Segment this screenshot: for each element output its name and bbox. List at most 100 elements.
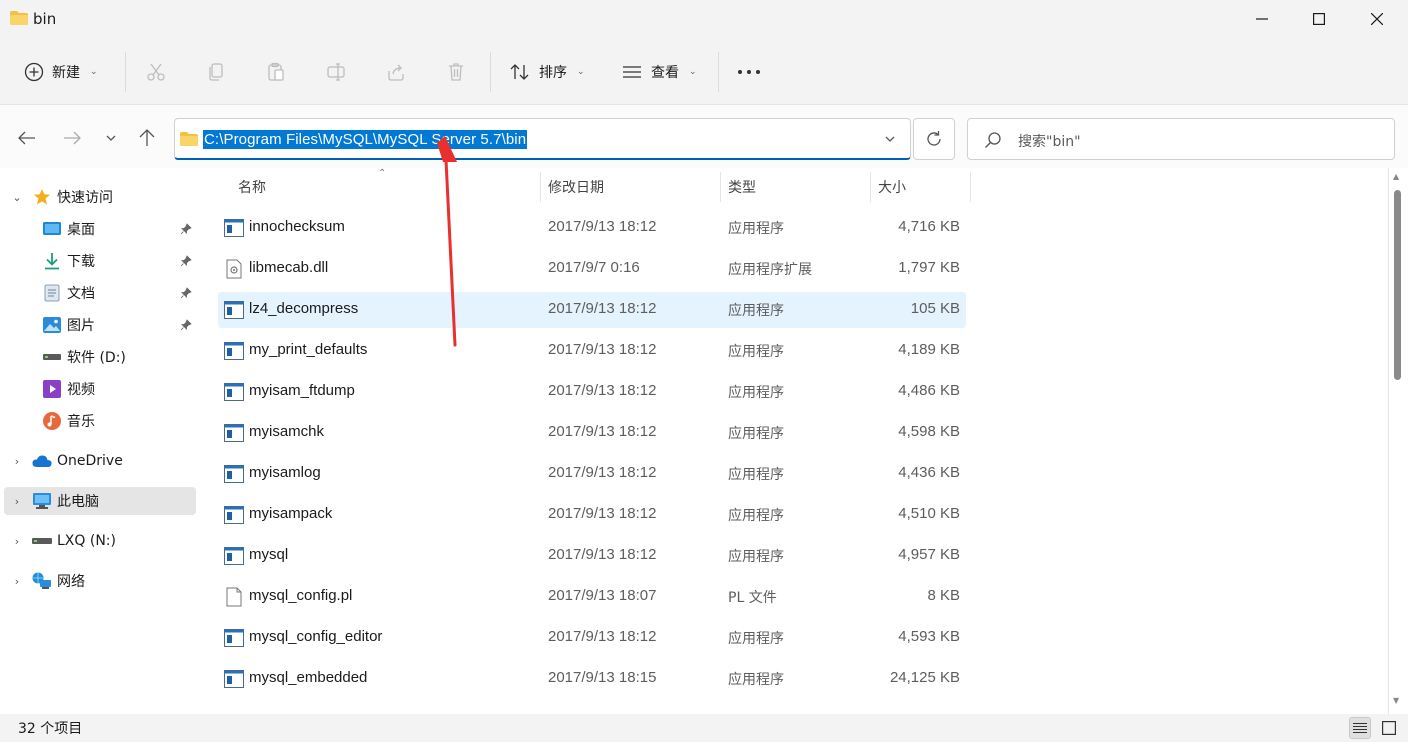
sidebar-item-onedrive[interactable]: › OneDrive <box>4 447 196 475</box>
paste-icon <box>268 62 284 81</box>
file-row[interactable]: innochecksum 2017/9/13 18:12 应用程序 4,716 KB <box>218 210 966 246</box>
file-row[interactable]: my_print_defaults 2017/9/13 18:12 应用程序 4,18… <box>218 333 966 369</box>
chevron-down-icon[interactable] <box>884 133 896 145</box>
file-size: 105 KB <box>910 300 960 317</box>
column-divider[interactable] <box>970 172 971 202</box>
rename-button[interactable] <box>324 60 348 84</box>
file-row[interactable]: myisampack 2017/9/13 18:12 应用程序 4,510 KB <box>218 497 966 533</box>
address-bar[interactable]: C:\Program Files\MySQL\MySQL Server 5.7\… <box>174 118 911 160</box>
tiles-view-button[interactable] <box>1378 717 1400 739</box>
chevron-down-icon <box>106 135 116 141</box>
cut-button[interactable] <box>144 60 168 84</box>
file-size: 8 KB <box>927 587 960 604</box>
file-row[interactable]: myisamlog 2017/9/13 18:12 应用程序 4,436 KB <box>218 456 966 492</box>
file-date: 2017/9/13 18:12 <box>548 505 657 522</box>
sidebar-item-network[interactable]: › 网络 <box>4 567 196 595</box>
pin-icon[interactable] <box>179 254 193 268</box>
file-row[interactable]: mysql_config_editor 2017/9/13 18:12 应用程序 4,… <box>218 620 966 656</box>
music-icon <box>42 411 62 431</box>
sidebar-item-pictures[interactable]: 图片 <box>4 311 196 339</box>
file-date: 2017/9/13 18:12 <box>548 546 657 563</box>
up-button[interactable] <box>136 127 158 149</box>
more-options-button[interactable] <box>737 60 761 84</box>
sidebar-item-music[interactable]: 音乐 <box>4 407 196 435</box>
address-text[interactable]: C:\Program Files\MySQL\MySQL Server 5.7\… <box>203 130 528 149</box>
file-row[interactable]: myisamchk 2017/9/13 18:12 应用程序 4,598 KB <box>218 415 966 451</box>
status-bar: 32 个项目 <box>0 714 1408 742</box>
sort-button[interactable]: 排序 ⌄ <box>509 58 585 86</box>
sidebar-item-label: 软件 (D:) <box>67 350 126 366</box>
column-header-date[interactable]: 修改日期 <box>548 168 604 206</box>
window-title: bin <box>33 10 57 28</box>
column-header-name[interactable]: 名称 <box>238 168 266 206</box>
app-icon <box>224 300 244 320</box>
chevron-right-icon[interactable]: › <box>10 455 24 468</box>
file-row[interactable]: lz4_decompress 2017/9/13 18:12 应用程序 105 KB <box>218 292 966 328</box>
scroll-down-arrow-icon[interactable]: ▼ <box>1393 696 1399 705</box>
navigation-pane: ⌄ 快速访问 桌面 下载 文档 图片 软件 (D:) 视频 音乐 › OneDr… <box>0 168 200 714</box>
app-icon <box>224 218 244 238</box>
delete-button[interactable] <box>444 60 468 84</box>
sidebar-item-drive-d[interactable]: 软件 (D:) <box>4 343 196 371</box>
pin-icon[interactable] <box>179 286 193 300</box>
chevron-right-icon[interactable]: › <box>10 495 24 508</box>
file-row[interactable]: myisam_ftdump 2017/9/13 18:12 应用程序 4,486 KB <box>218 374 966 410</box>
copy-button[interactable] <box>204 60 228 84</box>
chevron-right-icon[interactable]: › <box>10 575 24 588</box>
column-divider[interactable] <box>540 172 541 202</box>
chevron-right-icon[interactable]: › <box>10 535 24 548</box>
file-row[interactable]: libmecab.dll 2017/9/7 0:16 应用程序扩展 1,797 KB <box>218 251 966 287</box>
pin-icon[interactable] <box>179 318 193 332</box>
file-date: 2017/9/13 18:12 <box>548 628 657 645</box>
download-icon <box>42 251 62 271</box>
sidebar-item-documents[interactable]: 文档 <box>4 279 196 307</box>
paste-button[interactable] <box>264 60 288 84</box>
share-button[interactable] <box>384 60 408 84</box>
chevron-down-icon: ⌄ <box>577 67 585 77</box>
refresh-button[interactable] <box>913 118 955 160</box>
app-icon <box>224 464 244 484</box>
sidebar-item-label: 网络 <box>57 574 85 590</box>
sidebar-item-downloads[interactable]: 下载 <box>4 247 196 275</box>
sidebar-item-this-pc[interactable]: › 此电脑 <box>4 487 196 515</box>
back-button[interactable] <box>16 127 38 149</box>
file-name: myisampack <box>249 505 333 522</box>
forward-button[interactable] <box>61 127 83 149</box>
column-header-type[interactable]: 类型 <box>728 168 756 206</box>
file-size: 4,598 KB <box>898 423 960 440</box>
minimize-button[interactable] <box>1233 0 1291 38</box>
dll-icon <box>224 259 244 279</box>
file-name: my_print_defaults <box>249 341 368 358</box>
column-divider[interactable] <box>720 172 721 202</box>
new-button[interactable]: 新建 ⌄ <box>24 58 98 86</box>
pin-icon[interactable] <box>179 222 193 236</box>
file-row[interactable]: mysql_config.pl 2017/9/13 18:07 PL 文件 8 KB <box>218 579 966 615</box>
sidebar-item-videos[interactable]: 视频 <box>4 375 196 403</box>
view-button[interactable]: 查看 ⌄ <box>621 58 697 86</box>
column-divider[interactable] <box>870 172 871 202</box>
details-view-icon <box>1353 722 1367 734</box>
file-type: 应用程序 <box>728 344 784 360</box>
recent-locations-button[interactable] <box>100 127 122 149</box>
file-name: libmecab.dll <box>249 259 329 276</box>
scroll-up-arrow-icon[interactable]: ▲ <box>1393 172 1399 181</box>
close-button[interactable] <box>1348 0 1406 38</box>
chevron-down-icon[interactable]: ⌄ <box>10 191 24 204</box>
file-name: lz4_decompress <box>249 300 359 317</box>
sidebar-item-quick-access[interactable]: ⌄ 快速访问 <box>4 183 196 211</box>
sidebar-item-network-drive[interactable]: › LXQ (N:) <box>4 527 196 555</box>
search-input[interactable]: 搜索"bin" <box>1018 131 1081 151</box>
delete-icon <box>449 63 463 81</box>
search-box[interactable]: 搜索"bin" <box>967 118 1395 160</box>
vertical-scrollbar[interactable]: ▲ ▼ <box>1388 168 1408 714</box>
sidebar-item-desktop[interactable]: 桌面 <box>4 215 196 243</box>
item-count: 32 个项目 <box>18 721 83 737</box>
column-header-size[interactable]: 大小 <box>878 168 906 206</box>
details-view-button[interactable] <box>1349 717 1371 739</box>
refresh-icon <box>927 131 941 146</box>
maximize-button[interactable] <box>1290 0 1348 38</box>
file-row[interactable]: mysql_embedded 2017/9/13 18:15 应用程序 24,125 … <box>218 661 966 697</box>
navigation-bar: C:\Program Files\MySQL\MySQL Server 5.7\… <box>0 104 1408 168</box>
file-row[interactable]: mysql 2017/9/13 18:12 应用程序 4,957 KB <box>218 538 966 574</box>
scrollbar-thumb[interactable] <box>1394 190 1401 380</box>
